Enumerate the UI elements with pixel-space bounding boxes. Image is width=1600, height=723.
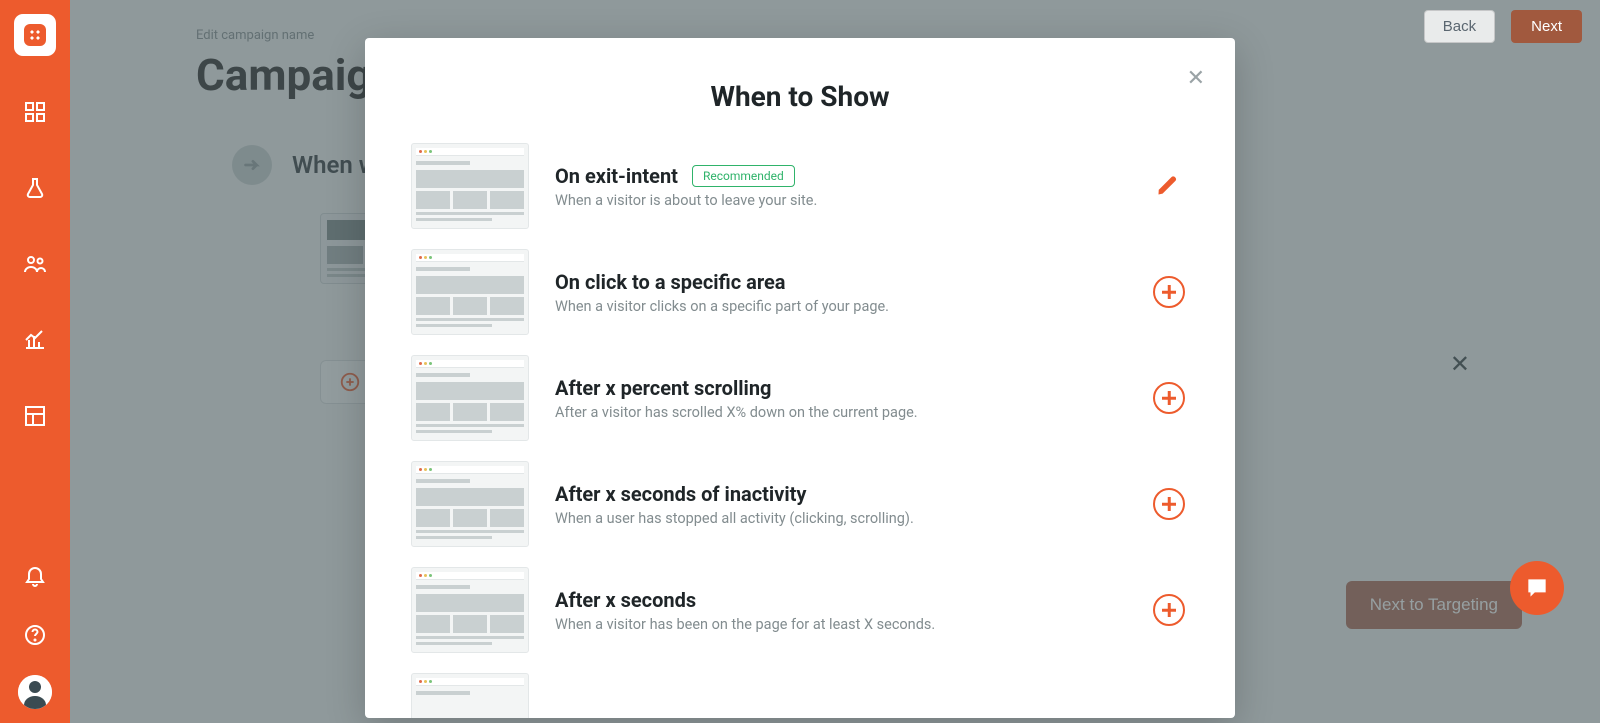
trigger-description: When a visitor clicks on a specific part… (555, 298, 1123, 315)
nav-audience[interactable] (15, 244, 55, 284)
sidebar (0, 0, 70, 723)
layout-icon (23, 404, 47, 428)
trigger-text: After x seconds of inactivity When a user… (555, 482, 1123, 527)
trigger-list: On exit-intent Recommended When a visitor … (411, 143, 1189, 653)
users-icon (23, 252, 47, 276)
trigger-description: When a user has stopped all activity (cl… (555, 510, 1123, 527)
trigger-title: After x percent scrolling (555, 376, 772, 400)
trigger-item: On click to a specific area When a visito… (411, 249, 1189, 335)
modal-title: When to Show (411, 80, 1189, 113)
trigger-description: When a visitor is about to leave your si… (555, 192, 1123, 209)
trigger-text: After x seconds When a visitor has been o… (555, 588, 1123, 633)
recommended-badge: Recommended (692, 165, 795, 187)
modal-close-button[interactable]: ✕ (1187, 68, 1205, 90)
nav-experiments[interactable] (15, 168, 55, 208)
add-trigger-button[interactable] (1153, 382, 1185, 414)
flask-icon (23, 176, 47, 200)
grid-icon (23, 100, 47, 124)
trigger-thumbnail (411, 355, 529, 441)
add-trigger-button[interactable] (1153, 488, 1185, 520)
avatar-icon (18, 675, 52, 709)
add-trigger-button[interactable] (1153, 594, 1185, 626)
trigger-description: After a visitor has scrolled X% down on … (555, 404, 1123, 421)
trigger-item: After x seconds of inactivity When a user… (411, 461, 1189, 547)
trigger-thumbnail (411, 143, 529, 229)
nav-help[interactable] (15, 615, 55, 655)
trigger-item: After x percent scrolling After a visitor… (411, 355, 1189, 441)
chart-icon (23, 328, 47, 352)
back-button[interactable]: Back (1424, 10, 1495, 43)
trigger-title: On click to a specific area (555, 270, 785, 294)
nav-dashboard[interactable] (15, 92, 55, 132)
trigger-item: After x seconds When a visitor has been o… (411, 567, 1189, 653)
top-bar: Back Next (1424, 10, 1582, 43)
add-trigger-button[interactable] (1153, 276, 1185, 308)
app-logo[interactable] (14, 14, 56, 56)
trigger-description: When a visitor has been on the page for … (555, 616, 1123, 633)
edit-trigger-button[interactable] (1155, 170, 1183, 202)
trigger-thumbnail (411, 567, 529, 653)
chat-icon (1524, 575, 1550, 601)
trigger-title: After x seconds (555, 588, 696, 612)
bell-icon (23, 563, 47, 587)
chat-fab[interactable] (1510, 561, 1564, 615)
nav-layout[interactable] (15, 396, 55, 436)
pencil-icon (1155, 170, 1183, 198)
trigger-text: On click to a specific area When a visito… (555, 270, 1123, 315)
user-avatar[interactable] (18, 675, 52, 709)
next-button[interactable]: Next (1511, 10, 1582, 43)
trigger-thumbnail (411, 249, 529, 335)
trigger-title: On exit-intent (555, 164, 678, 188)
when-to-show-modal: ✕ When to Show On exit-intent Recommended… (365, 38, 1235, 718)
trigger-text: On exit-intent Recommended When a visitor … (555, 164, 1123, 209)
nav-notifications[interactable] (15, 555, 55, 595)
trigger-text: After x percent scrolling After a visitor… (555, 376, 1123, 421)
trigger-title: After x seconds of inactivity (555, 482, 806, 506)
trigger-item: On exit-intent Recommended When a visitor … (411, 143, 1189, 229)
nav-analytics[interactable] (15, 320, 55, 360)
trigger-thumbnail (411, 461, 529, 547)
trigger-thumbnail (411, 673, 529, 718)
help-icon (23, 623, 47, 647)
